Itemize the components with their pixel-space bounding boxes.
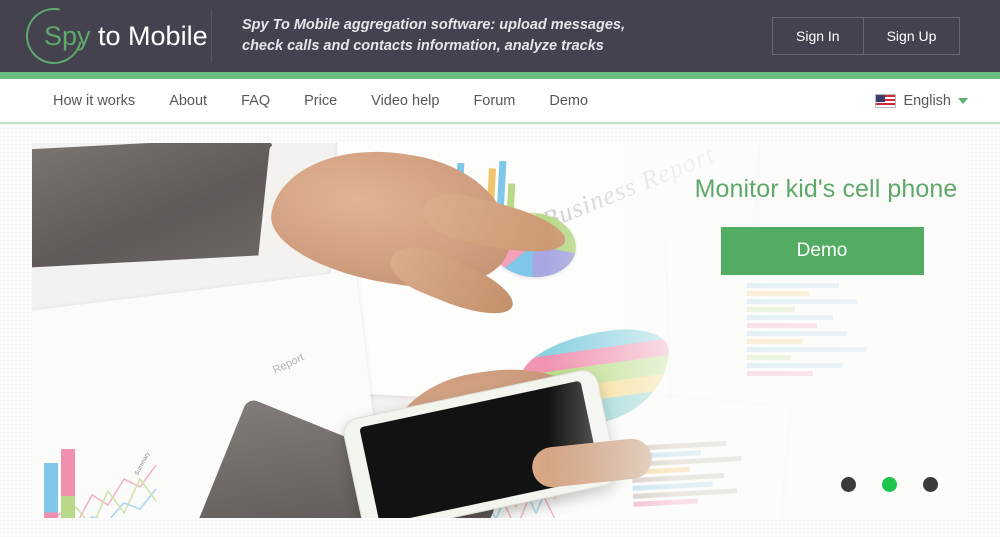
- accent-bar: [0, 72, 1000, 79]
- tagline-line-2: check calls and contacts information, an…: [242, 38, 604, 54]
- us-flag-icon: [875, 93, 897, 108]
- language-selector[interactable]: English: [875, 93, 968, 109]
- arm-sleeve: [32, 143, 279, 268]
- logo-text: Spy to Mobile: [26, 21, 208, 52]
- site-header: Spy to Mobile Spy To Mobile aggregation …: [0, 0, 1000, 75]
- nav-item-faq[interactable]: FAQ: [224, 93, 287, 109]
- carousel-dot-1[interactable]: [841, 477, 856, 492]
- hero-title: Monitor kid's cell phone: [694, 175, 958, 203]
- language-label: English: [903, 92, 951, 109]
- carousel-dot-3[interactable]: [923, 477, 938, 492]
- auth-button-group: Sign In Sign Up: [772, 17, 961, 55]
- page-root: Spy to Mobile Spy To Mobile aggregation …: [0, 0, 1000, 537]
- nav-item-price[interactable]: Price: [287, 93, 354, 109]
- horizontal-bar-chart: [747, 283, 867, 376]
- logo-text-spy: Spy: [44, 20, 91, 51]
- nav-item-forum[interactable]: Forum: [456, 93, 532, 109]
- hero-demo-button[interactable]: Demo: [720, 227, 924, 275]
- nav-item-about[interactable]: About: [152, 93, 224, 109]
- logo-text-tomobile: to Mobile: [90, 20, 208, 51]
- carousel-dot-2[interactable]: [882, 477, 897, 492]
- tagline-line-1: Spy To Mobile aggregation software: uplo…: [242, 17, 625, 34]
- nav-item-list: How it works About FAQ Price Video help …: [0, 93, 605, 109]
- chevron-down-icon: [958, 97, 968, 104]
- nav-item-demo[interactable]: Demo: [532, 93, 605, 109]
- bar-chart-cluster: [44, 443, 75, 518]
- logo[interactable]: Spy to Mobile: [0, 0, 212, 75]
- nav-item-how-it-works[interactable]: How it works: [36, 93, 152, 109]
- sign-up-button[interactable]: Sign Up: [863, 17, 961, 55]
- sign-in-button[interactable]: Sign In: [772, 17, 864, 55]
- site-tagline: Spy To Mobile aggregation software: uplo…: [212, 15, 772, 56]
- main-navigation: How it works About FAQ Price Video help …: [0, 79, 1000, 124]
- carousel-dots: [841, 477, 938, 492]
- nav-item-video-help[interactable]: Video help: [354, 93, 456, 109]
- hero-banner: Business Report Summary Report Monitor k…: [32, 143, 968, 518]
- hero-content: Monitor kid's cell phone Demo: [672, 175, 968, 275]
